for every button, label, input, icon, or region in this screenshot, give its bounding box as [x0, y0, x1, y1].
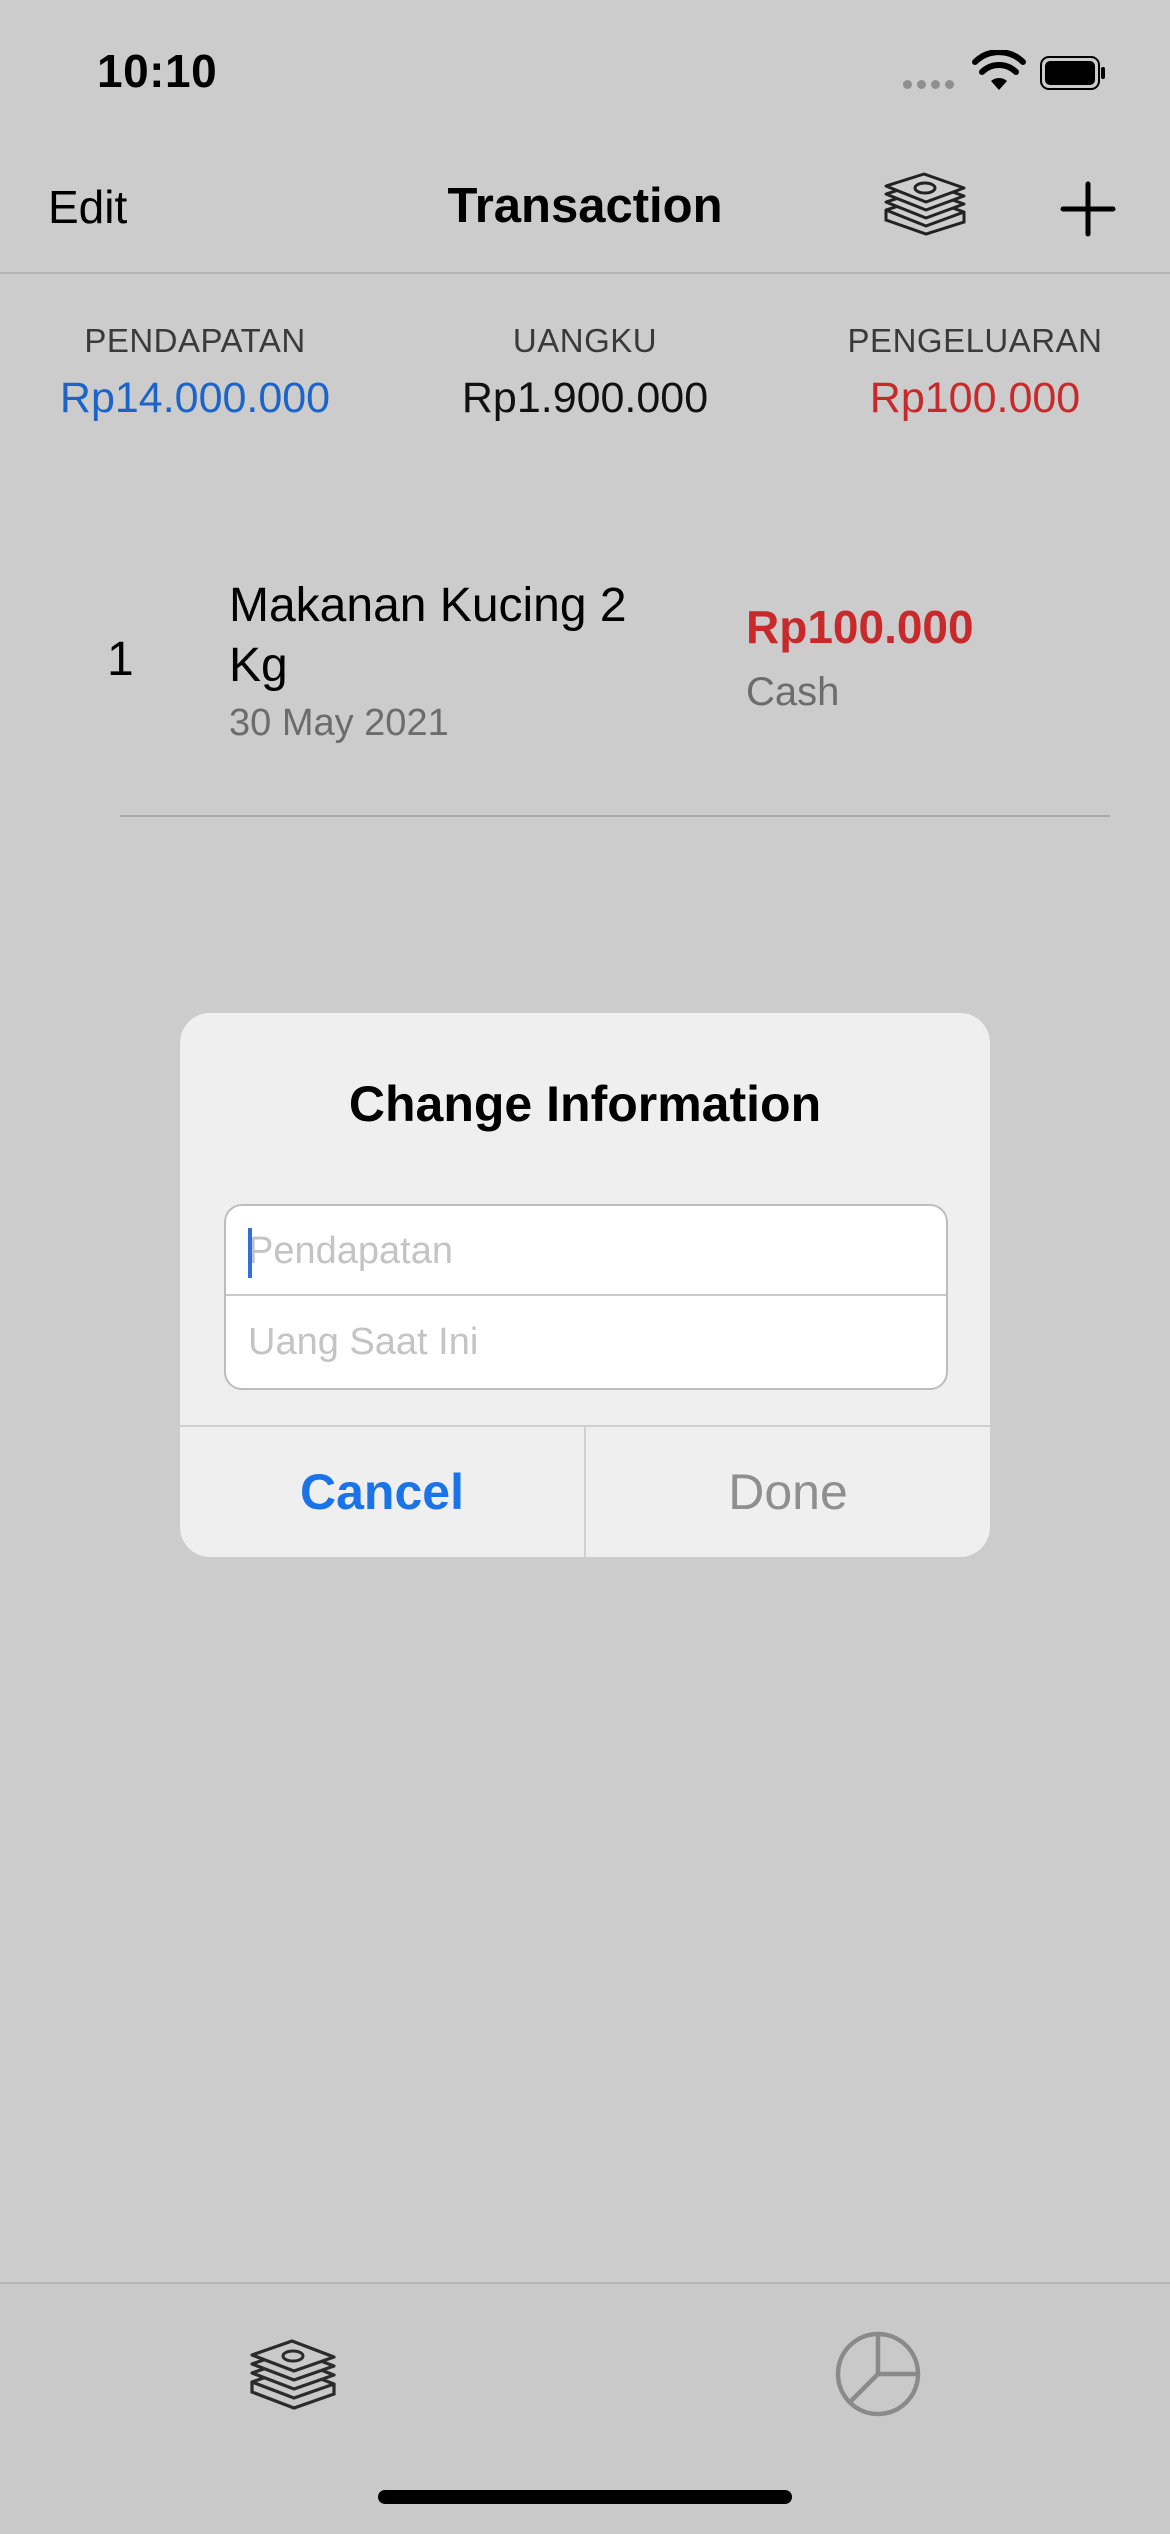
- expense-summary: PENGELUARAN Rp100.000: [780, 322, 1170, 423]
- transaction-row[interactable]: 1 Makanan Kucing 2 Kg 30 May 2021 Rp100.…: [0, 560, 1170, 820]
- battery-icon: [1040, 56, 1105, 90]
- row-divider: [120, 815, 1110, 817]
- cancel-button[interactable]: Cancel: [180, 1427, 586, 1557]
- income-value: Rp14.000.000: [59, 374, 331, 422]
- plus-icon[interactable]: [1059, 180, 1117, 238]
- text-caret: [248, 1228, 252, 1278]
- balance-summary: UANGKU Rp1.900.000: [390, 322, 780, 423]
- income-input-placeholder: Pendapatan: [248, 1230, 453, 1272]
- income-input[interactable]: Pendapatan: [226, 1206, 946, 1296]
- income-label: PENDAPATAN: [84, 322, 306, 359]
- dialog-buttons: Cancel Done: [180, 1425, 990, 1557]
- money-stack-icon[interactable]: [878, 166, 970, 240]
- cellular-signal-icon: [903, 80, 957, 92]
- money-stack-icon: [250, 2339, 336, 2410]
- current-money-input[interactable]: Uang Saat Ini: [226, 1297, 946, 1387]
- balance-value: Rp1.900.000: [461, 374, 709, 422]
- balance-label: UANGKU: [512, 322, 658, 359]
- current-money-input-placeholder: Uang Saat Ini: [248, 1321, 479, 1363]
- change-information-dialog: Change Information Pendapatan Uang Saat …: [180, 1013, 990, 1557]
- navigation-bar: Edit Transaction: [0, 140, 1170, 274]
- done-button[interactable]: Done: [586, 1427, 990, 1557]
- pie-chart-icon: [835, 2331, 921, 2417]
- screen: 10:10 Edit Transaction PENDAPATAN Rp14.0…: [0, 0, 1170, 2534]
- home-indicator: [378, 2490, 792, 2504]
- dialog-fields: Pendapatan Uang Saat Ini: [224, 1204, 948, 1390]
- expense-label: PENGELUARAN: [847, 322, 1103, 359]
- status-bar: 10:10: [0, 0, 1170, 140]
- income-summary: PENDAPATAN Rp14.000.000: [0, 322, 390, 423]
- transaction-amount: Rp100.000: [746, 601, 974, 653]
- summary-section: PENDAPATAN Rp14.000.000 UANGKU Rp1.900.0…: [0, 322, 1170, 442]
- wifi-icon: [972, 50, 1026, 90]
- transaction-name: Makanan Kucing 2 Kg: [229, 579, 627, 692]
- tab-transactions[interactable]: [242, 2322, 342, 2422]
- status-time: 10:10: [97, 45, 218, 97]
- transaction-index: 1: [107, 633, 134, 686]
- page-title: Transaction: [447, 179, 723, 233]
- transaction-date: 30 May 2021: [229, 702, 449, 744]
- expense-value: Rp100.000: [869, 374, 1081, 422]
- tab-statistics[interactable]: [828, 2322, 928, 2422]
- transaction-method: Cash: [746, 670, 840, 714]
- dialog-title: Change Information: [348, 1076, 822, 1132]
